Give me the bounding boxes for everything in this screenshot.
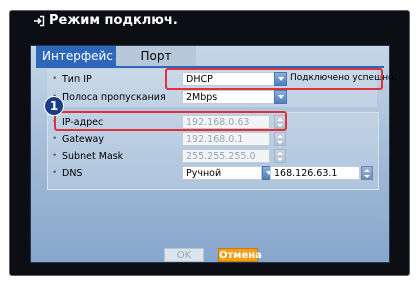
bullet-icon: • [52, 74, 58, 84]
highlight-ip-type [165, 68, 383, 90]
row-gateway: • Gateway 192.168.0.1 [48, 132, 378, 147]
tab-interface[interactable]: Интерфейс [36, 46, 116, 66]
window-title-text: Режим подключ. [49, 13, 178, 28]
bandwidth-label: Полоса пропускания [62, 92, 166, 103]
dns-spinner-icon[interactable] [361, 166, 373, 180]
bandwidth-dropdown-icon[interactable] [274, 90, 287, 104]
subnet-mask-label: Subnet Mask [62, 151, 124, 162]
row-bandwidth: • Полоса пропускания 2Mbps [48, 90, 378, 105]
row-dns: • DNS Ручной 168.126.63.1 [48, 166, 378, 181]
dns-label: DNS [62, 168, 83, 179]
ok-button[interactable]: OK [164, 248, 204, 262]
cancel-button[interactable]: Отмена [218, 248, 262, 262]
bullet-icon: • [52, 151, 58, 161]
row-subnet-mask: • Subnet Mask 255.255.255.0 [48, 149, 378, 164]
ip-type-label: Тип IP [62, 74, 92, 85]
window-title: Режим подключ. [33, 10, 178, 32]
dns-mode-select[interactable]: Ручной [182, 166, 262, 180]
bullet-icon: • [52, 168, 58, 178]
tab-port[interactable]: Порт [116, 46, 196, 66]
subnet-mask-field[interactable]: 255.255.255.0 [182, 149, 270, 163]
bullet-icon: • [52, 134, 58, 144]
gateway-field[interactable]: 192.168.0.1 [182, 132, 270, 146]
highlight-ip-address [54, 111, 287, 131]
step-badge: 1 [44, 96, 64, 116]
connect-icon [34, 15, 45, 27]
gateway-label: Gateway [62, 134, 104, 145]
subnet-mask-spinner-icon[interactable] [274, 149, 286, 163]
bandwidth-select[interactable]: 2Mbps [182, 90, 278, 104]
dns-server-field[interactable]: 168.126.63.1 [270, 166, 360, 180]
gateway-spinner-icon[interactable] [274, 132, 286, 146]
tab-strip: Интерфейс Порт [36, 46, 196, 66]
